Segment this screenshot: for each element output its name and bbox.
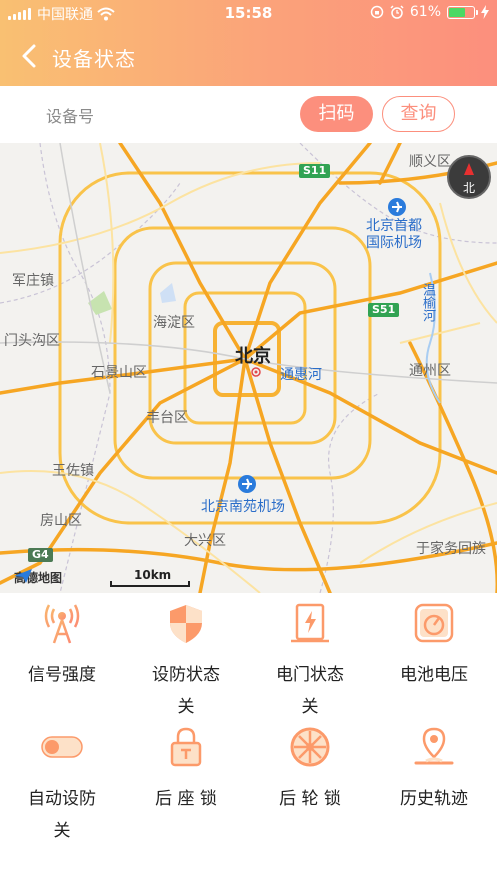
- page-title: 设备状态: [52, 47, 136, 71]
- auto-arm-item[interactable]: 自动设防 关: [0, 725, 124, 847]
- map-label-wenyuhe: 温榆河: [420, 283, 435, 322]
- auto-arm-label: 自动设防 关: [28, 789, 96, 841]
- power-switch-item[interactable]: 电门状态 关: [248, 601, 372, 723]
- map-label-capital-airport: 北京首都 国际机场: [366, 218, 422, 251]
- signal-strength-label: 信号强度: [28, 665, 96, 685]
- battery-voltage-item[interactable]: 电池电压: [372, 601, 496, 691]
- signal-strength-item[interactable]: 信号强度: [0, 601, 124, 691]
- map-label-junzhuang: 军庄镇: [12, 273, 54, 289]
- wheel-lock-label: 后 轮 锁: [279, 789, 341, 809]
- amap-logo-icon: [14, 569, 32, 583]
- battery-icon: [447, 5, 478, 19]
- power-switch-icon: [291, 603, 329, 643]
- map-label-shunyi: 顺义区: [409, 154, 451, 170]
- alarm-icon: [390, 5, 404, 19]
- map-logo: 高德地图: [14, 569, 62, 586]
- map-scale-label: 10km: [134, 568, 172, 582]
- header: 中国联通 15:58 61% 设备状态: [0, 0, 497, 86]
- battery-voltage-label: 电池电压: [400, 665, 468, 685]
- status-bar: 中国联通 15:58 61%: [0, 0, 497, 26]
- map-view[interactable]: 顺义区 北京首都 国际机场 军庄镇 海淀区 门头沟区 北京 通惠河 石景山区 通…: [0, 143, 497, 593]
- road-sign-s51: S51: [368, 303, 400, 317]
- map-label-daxing: 大兴区: [184, 533, 226, 549]
- map-label-tonghuihe: 通惠河: [280, 367, 322, 383]
- wheel-icon: [290, 727, 330, 767]
- power-switch-label: 电门状态 关: [276, 665, 344, 717]
- map-scale-bar: [110, 581, 190, 587]
- map-label-nanyuan-airport: 北京南苑机场: [201, 499, 285, 515]
- rotation-lock-icon: [370, 5, 384, 19]
- map-label-wangzuo: 王佐镇: [52, 463, 94, 479]
- toggle-icon: [41, 736, 83, 758]
- road-sign-s11: S11: [299, 164, 331, 178]
- battery-gauge-icon: [414, 603, 454, 643]
- map-label-yujiawu: 于家务回族: [416, 541, 486, 557]
- map-label-fangshan: 房山区: [40, 513, 82, 529]
- control-grid: 信号强度 设防状态 关 电门状态 关 电池电压 自动设防 关 后 座 锁 后 轮…: [0, 593, 497, 883]
- device-bar: 设备号 扫码 查询: [0, 86, 497, 143]
- history-track-item[interactable]: 历史轨迹: [372, 725, 496, 815]
- map-label-haidian: 海淀区: [153, 315, 195, 331]
- map-label-tongzhou: 通州区: [409, 363, 451, 379]
- scan-button[interactable]: 扫码: [300, 96, 373, 132]
- arm-status-item[interactable]: 设防状态 关: [124, 601, 248, 723]
- back-arrow-icon[interactable]: [18, 42, 42, 70]
- road-sign-g4: G4: [28, 548, 53, 562]
- seat-lock-item[interactable]: 后 座 锁: [124, 725, 248, 815]
- nav-bar: 设备状态: [0, 26, 497, 86]
- seat-lock-label: 后 座 锁: [155, 789, 217, 809]
- compass-button[interactable]: 北: [447, 155, 491, 199]
- map-label-mentougou: 门头沟区: [4, 333, 60, 349]
- location-pin-icon: [414, 727, 454, 765]
- compass-north-label: 北: [462, 181, 475, 195]
- wheel-lock-item[interactable]: 后 轮 锁: [248, 725, 372, 815]
- map-label-fengtai: 丰台区: [146, 410, 188, 426]
- shield-icon: [170, 605, 202, 643]
- map-label-beijing: 北京: [235, 346, 271, 367]
- battery-fill: [449, 7, 465, 17]
- signal-tower-icon: [44, 604, 80, 644]
- device-number-field[interactable]: 设备号: [46, 103, 94, 127]
- map-label-shijingshan: 石景山区: [91, 365, 147, 381]
- status-right: 61%: [370, 4, 489, 20]
- history-track-label: 历史轨迹: [400, 789, 468, 809]
- query-button[interactable]: 查询: [382, 96, 455, 132]
- battery-percent: 61%: [409, 4, 441, 20]
- arm-status-label: 设防状态 关: [152, 665, 220, 717]
- charging-icon: [481, 5, 489, 19]
- lock-icon: [170, 727, 202, 767]
